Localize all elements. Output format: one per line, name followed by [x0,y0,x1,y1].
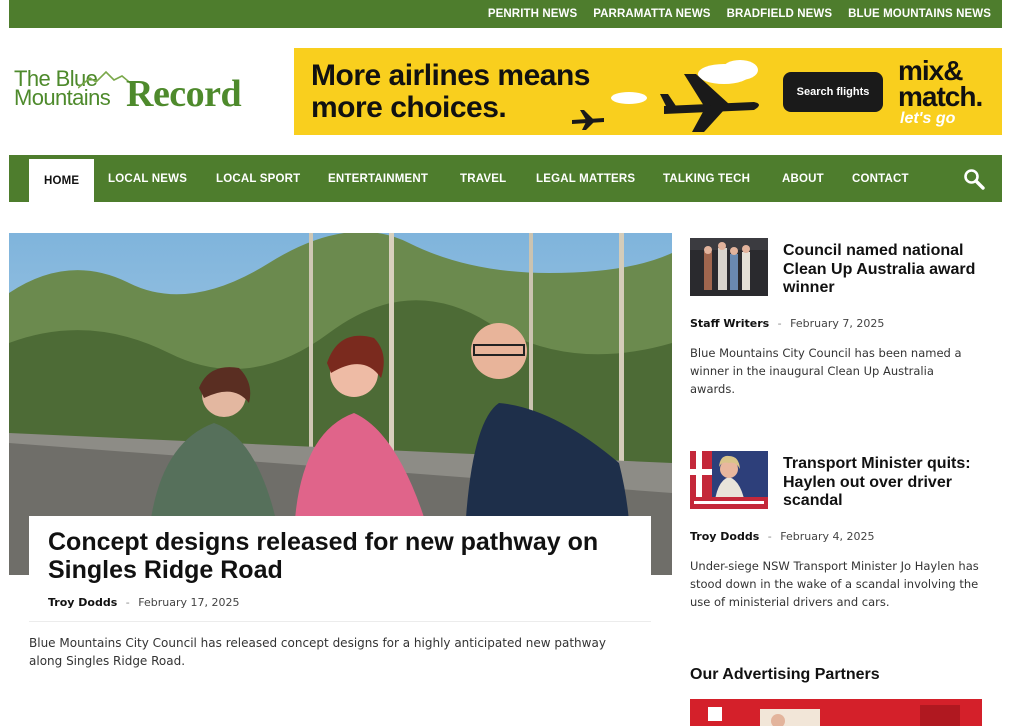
ad-headline-line2: more choices. [311,91,507,124]
featured-story-meta: Troy Dodds - February 17, 2025 [48,596,239,609]
main-navigation: HOME LOCAL NEWS LOCAL SPORT ENTERTAINMEN… [9,155,1002,202]
sidebar-story-1-date: February 7, 2025 [790,317,885,330]
plane-icon [572,60,759,132]
ad-brand-line2: match. [898,81,983,112]
link-parramatta-news[interactable]: PARRAMATTA NEWS [593,8,710,20]
logo-text-record: Record [126,73,242,115]
sidebar-story-1-thumbnail[interactable] [690,238,768,296]
featured-story-date: February 17, 2025 [138,596,240,609]
search-icon[interactable] [963,168,985,190]
sidebar-story-2-thumbnail[interactable] [690,451,768,509]
nav-item-home[interactable]: HOME [29,159,95,202]
sidebar-story-1-author[interactable]: Staff Writers [690,317,769,330]
advertising-partners-heading: Our Advertising Partners [690,666,880,683]
sidebar-story-1-excerpt: Blue Mountains City Council has been nam… [690,346,962,396]
nav-item-talking-tech[interactable]: TALKING TECH [663,155,750,202]
link-bradfield-news[interactable]: BRADFIELD NEWS [727,8,833,20]
sidebar-story-2-date: February 4, 2025 [780,530,875,543]
banner-advertisement[interactable]: More airlines means more choices. Search… [294,48,1002,135]
link-penrith-news[interactable]: PENRITH NEWS [488,8,577,20]
nav-item-about[interactable]: ABOUT [782,155,824,202]
sidebar-story-2-title[interactable]: Transport Minister quits: Haylen out ove… [783,455,983,511]
nav-item-contact[interactable]: CONTACT [852,155,909,202]
advertising-partner-banner[interactable] [690,699,982,726]
featured-story-card: Concept designs released for new pathway… [29,516,651,620]
nav-item-entertainment[interactable]: ENTERTAINMENT [328,155,428,202]
ad-headline: More airlines means more choices. [311,60,590,124]
site-logo[interactable]: The Blue Mountains Record [14,68,276,118]
nav-item-local-news[interactable]: LOCAL NEWS [108,155,187,202]
featured-story-author[interactable]: Troy Dodds [48,596,117,609]
divider [29,621,651,622]
featured-story-title[interactable]: Concept designs released for new pathway… [48,528,628,584]
sidebar-story-1-meta: Staff Writers - February 7, 2025 [690,317,884,330]
link-blue-mountains-news[interactable]: BLUE MOUNTAINS NEWS [848,8,991,20]
ad-brand-logo: mix& match. let's go [898,57,998,128]
ad-brand-tagline: let's go [900,110,956,127]
sidebar-story-2-author[interactable]: Troy Dodds [690,530,759,543]
sidebar-story-2-excerpt: Under-siege NSW Transport Minister Jo Ha… [690,559,979,609]
nav-item-legal-matters[interactable]: LEGAL MATTERS [536,155,635,202]
logo-text-mountains: Mountains [14,85,111,110]
meta-separator: - [767,530,772,543]
sidebar-story-2-meta: Troy Dodds - February 4, 2025 [690,530,874,543]
nav-item-travel[interactable]: TRAVEL [460,155,506,202]
top-utility-bar: PENRITH NEWS PARRAMATTA NEWS BRADFIELD N… [9,0,1002,28]
ad-headline-line1: More airlines means [311,59,590,92]
nav-item-local-sport[interactable]: LOCAL SPORT [216,155,300,202]
featured-story-excerpt: Blue Mountains City Council has released… [29,636,606,668]
search-flights-button[interactable]: Search flights [783,72,883,112]
meta-separator: - [125,596,130,609]
regional-news-links: PENRITH NEWS PARRAMATTA NEWS BRADFIELD N… [488,0,991,28]
sidebar-story-1-title[interactable]: Council named national Clean Up Australi… [783,242,983,298]
meta-separator: - [777,317,782,330]
